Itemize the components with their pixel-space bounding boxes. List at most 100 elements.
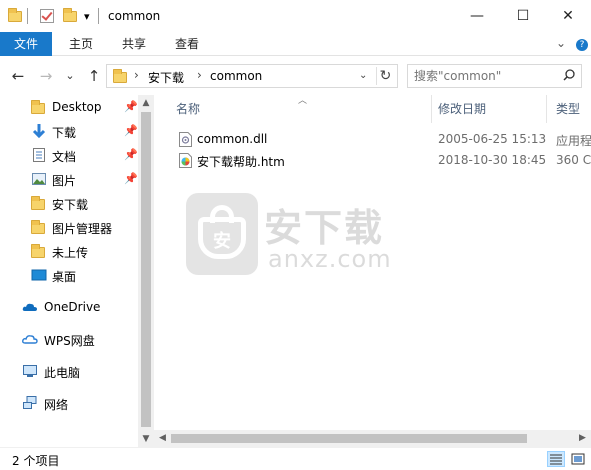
sidebar-item-label: WPS网盘 — [44, 334, 95, 348]
refresh-button[interactable]: ↻ — [376, 67, 394, 85]
sidebar-item-downloads[interactable]: 下载 📌 — [0, 120, 138, 142]
sidebar-item-desktop-cn[interactable]: 桌面 — [0, 264, 138, 286]
nav-scrollbar-thumb[interactable] — [141, 112, 151, 427]
ribbon-expand-icon[interactable]: ⌄ — [556, 36, 566, 50]
scroll-left-arrow-icon[interactable]: ◀ — [154, 430, 171, 447]
file-modified: 2018-10-30 18:45 — [438, 153, 547, 167]
column-header-modified[interactable]: 修改日期 — [416, 95, 536, 123]
sidebar-item-label: 此电脑 — [44, 366, 81, 380]
column-header-type[interactable]: 类型 — [534, 95, 591, 123]
sidebar-item-anxz[interactable]: 安下载 — [0, 192, 138, 214]
breadcrumb-separator: › — [197, 68, 202, 82]
watermark-cn: 安下载 — [264, 206, 385, 250]
sidebar-item-pictures[interactable]: 图片 📌 — [0, 168, 138, 190]
details-view-button[interactable] — [547, 451, 565, 467]
properties-check-icon[interactable] — [40, 8, 54, 24]
folder-icon — [31, 243, 47, 259]
sidebar-item-desktop[interactable]: Desktop 📌 — [0, 96, 138, 118]
sidebar-item-label: 图片管理器 — [52, 222, 113, 236]
sidebar-item-label: 安下载 — [52, 198, 89, 212]
folder-icon — [31, 99, 47, 115]
recent-locations-button[interactable]: ⌄ — [60, 66, 80, 86]
address-folder-icon — [113, 69, 127, 83]
scroll-right-arrow-icon[interactable]: ▶ — [574, 430, 591, 447]
file-type: 360 C — [556, 153, 591, 167]
column-header-name[interactable]: 名称 — [154, 95, 431, 123]
sidebar-item-label: 下载 — [52, 126, 77, 140]
sidebar-item-label: OneDrive — [44, 300, 101, 314]
download-arrow-icon — [32, 124, 46, 139]
pin-icon[interactable]: 📌 — [124, 172, 138, 185]
title-separator — [98, 8, 99, 24]
sidebar-item-label: 图片 — [52, 174, 77, 188]
sidebar-item-this-pc[interactable]: 此电脑 — [0, 360, 138, 382]
new-folder-icon[interactable] — [63, 7, 77, 24]
file-name: common.dll — [197, 132, 268, 146]
pin-icon[interactable]: 📌 — [124, 100, 138, 113]
help-icon[interactable]: ? — [576, 39, 588, 51]
tab-file[interactable]: 文件 — [0, 32, 52, 56]
details-view-icon — [550, 454, 562, 465]
horizontal-scrollbar[interactable]: ◀ ▶ — [154, 430, 591, 447]
pin-icon[interactable]: 📌 — [124, 124, 138, 137]
pin-icon[interactable]: 📌 — [124, 148, 138, 161]
folder-icon — [31, 195, 47, 211]
cloud-icon — [22, 303, 37, 311]
file-name: 安下载帮助.htm — [197, 155, 285, 169]
sidebar-item-label: 文档 — [52, 150, 77, 164]
search-input[interactable] — [414, 68, 559, 84]
maximize-button[interactable]: ☐ — [500, 0, 546, 32]
horizontal-scrollbar-thumb[interactable] — [171, 434, 527, 443]
watermark-en: anxz.com — [268, 245, 392, 273]
picture-icon — [32, 173, 46, 185]
tab-share[interactable]: 共享 — [115, 32, 153, 56]
sidebar-item-picture-manager[interactable]: 图片管理器 — [0, 216, 138, 238]
large-icons-view-icon — [571, 453, 585, 465]
file-modified: 2005-06-25 15:13 — [438, 132, 547, 146]
network-icon — [23, 396, 37, 409]
breadcrumb-item[interactable]: common — [210, 69, 262, 83]
status-bar: 2 个项目 — [0, 447, 591, 470]
computer-icon — [23, 365, 37, 377]
up-button[interactable]: ↑ — [84, 66, 104, 86]
nav-scrollbar[interactable]: ▲ ▼ — [138, 95, 154, 447]
sidebar-item-network[interactable]: 网络 — [0, 392, 138, 414]
scroll-down-arrow-icon[interactable]: ▼ — [138, 431, 154, 447]
forward-button[interactable]: → — [36, 66, 56, 86]
tab-view[interactable]: 查看 — [168, 32, 206, 56]
app-folder-icon[interactable] — [8, 7, 22, 24]
qa-dropdown-icon[interactable]: ▾ — [84, 8, 90, 24]
wps-cloud-icon — [22, 335, 38, 344]
sidebar-item-documents[interactable]: 文档 📌 — [0, 144, 138, 166]
item-count: 2 个项目 — [12, 454, 60, 468]
minimize-button[interactable]: — — [454, 0, 500, 32]
sidebar-item-label: 桌面 — [52, 270, 77, 284]
sidebar-item-label: 未上传 — [52, 246, 89, 260]
navigation-pane: Desktop 📌 下载 📌 文档 📌 图片 📌 安下载 图片管理器 未上传 桌… — [0, 95, 154, 447]
title-bar: ▾ common — ☐ ✕ — [0, 0, 591, 32]
sidebar-item-not-uploaded[interactable]: 未上传 — [0, 240, 138, 262]
ribbon: 文件 主页 共享 查看 ⌄ ? — [0, 32, 591, 56]
table-row[interactable]: common.dll 2005-06-25 15:13 应用程 — [154, 129, 591, 150]
close-button[interactable]: ✕ — [545, 0, 591, 32]
sidebar-item-onedrive[interactable]: OneDrive — [0, 296, 138, 318]
file-type: 应用程 — [556, 134, 591, 148]
desktop-icon — [31, 269, 47, 281]
address-bar[interactable]: › 安下载 › common ⌄ ↻ — [106, 64, 398, 88]
large-icons-view-button[interactable] — [569, 451, 587, 467]
back-button[interactable]: ← — [8, 66, 28, 86]
tab-home[interactable]: 主页 — [62, 32, 100, 56]
search-icon[interactable] — [563, 69, 575, 81]
address-dropdown-icon[interactable]: ⌄ — [359, 70, 367, 81]
scroll-up-arrow-icon[interactable]: ▲ — [138, 95, 154, 111]
htm-file-icon — [179, 153, 192, 168]
watermark-shield-icon: 安 — [186, 193, 258, 275]
breadcrumb-item[interactable]: 安下载 — [148, 69, 184, 86]
dll-file-icon — [179, 132, 192, 147]
sidebar-item-wps[interactable]: WPS网盘 — [0, 328, 138, 350]
window-title: common — [108, 9, 161, 23]
breadcrumb-separator: › — [134, 68, 139, 82]
watermark: 安 安下载 anxz.com — [186, 193, 406, 283]
folder-icon — [31, 219, 47, 235]
table-row[interactable]: 安下载帮助.htm 2018-10-30 18:45 360 C — [154, 150, 591, 171]
